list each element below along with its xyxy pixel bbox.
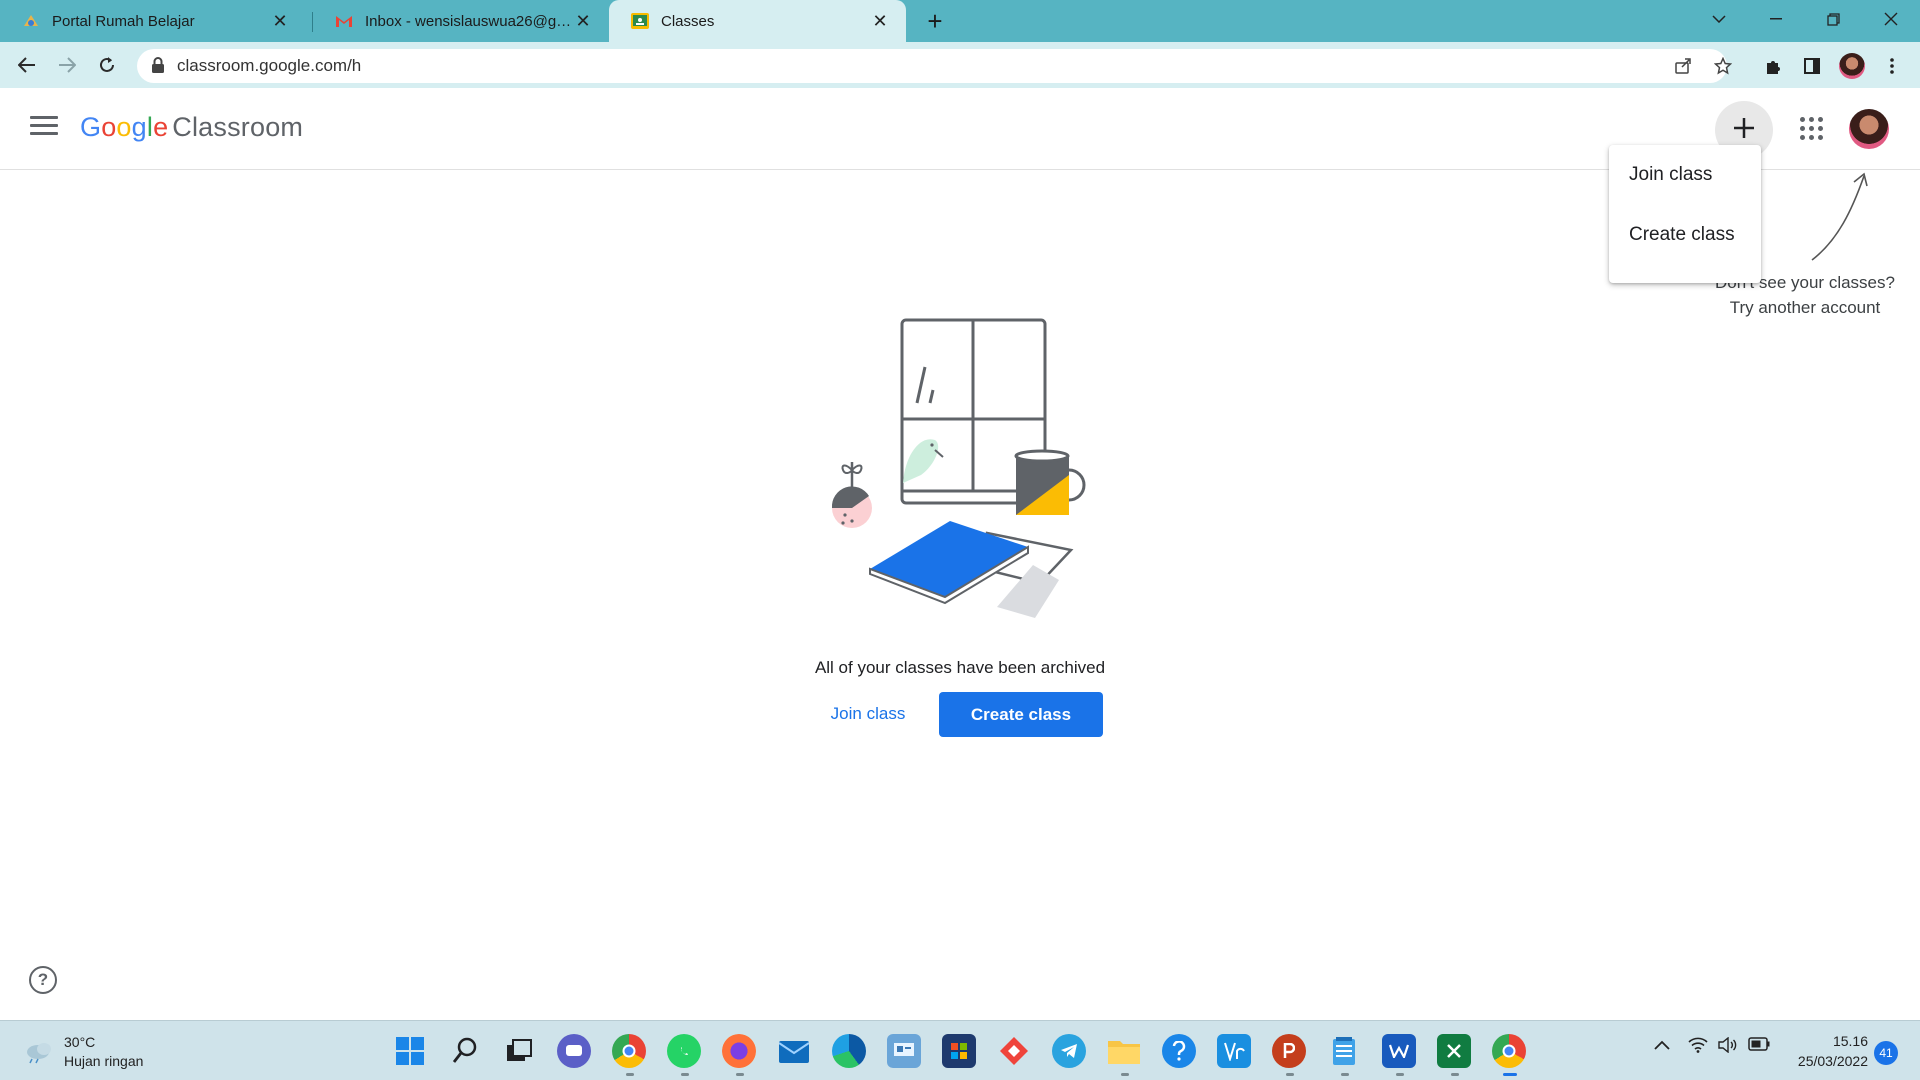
system-clock[interactable]: 15.16 25/03/2022 bbox=[1768, 1031, 1868, 1071]
vscode-like-icon[interactable] bbox=[1217, 1034, 1251, 1068]
rain-cloud-icon bbox=[27, 1043, 51, 1064]
volume-icon[interactable] bbox=[1718, 1036, 1738, 1058]
telegram-icon[interactable] bbox=[1052, 1034, 1086, 1068]
anydesk-icon[interactable] bbox=[997, 1034, 1031, 1068]
browser-tab-strip: Portal Rumah Belajar ✕ Inbox - wensislau… bbox=[0, 0, 1920, 42]
powerpoint-icon[interactable] bbox=[1272, 1034, 1306, 1068]
weather-temperature: 30°C bbox=[64, 1034, 96, 1050]
weather-text: 30°C Hujan ringan bbox=[64, 1033, 143, 1071]
chrome-icon[interactable] bbox=[612, 1034, 646, 1068]
menu-item-create-class[interactable]: Create class bbox=[1609, 213, 1761, 273]
hint-arrow-icon bbox=[1811, 172, 1868, 261]
close-tab-icon[interactable]: ✕ bbox=[870, 11, 890, 31]
windows-taskbar: 30°C Hujan ringan 15.16 25/03/2022 41 bbox=[0, 1020, 1920, 1080]
windows-start-icon[interactable] bbox=[393, 1034, 427, 1068]
help-icon[interactable]: ? bbox=[29, 966, 57, 994]
battery-icon[interactable] bbox=[1748, 1037, 1770, 1056]
empty-state-message: All of your classes have been archived bbox=[814, 658, 1106, 677]
minimize-window-icon[interactable] bbox=[1747, 0, 1805, 38]
file-explorer-icon[interactable] bbox=[1107, 1034, 1141, 1068]
new-tab-button[interactable]: + bbox=[920, 6, 950, 36]
tab-title: Classes bbox=[661, 12, 715, 30]
tab-gmail-inbox[interactable]: Inbox - wensislauswua26@guru.s ✕ bbox=[313, 0, 609, 42]
running-indicator bbox=[1341, 1073, 1349, 1076]
plus-icon bbox=[1733, 117, 1755, 144]
search-icon[interactable] bbox=[448, 1034, 482, 1068]
running-indicator bbox=[626, 1073, 634, 1076]
forward-arrow-icon[interactable] bbox=[52, 50, 82, 80]
edge-icon[interactable] bbox=[832, 1034, 866, 1068]
notepad-icon[interactable] bbox=[1327, 1034, 1361, 1068]
teams-chat-icon[interactable] bbox=[557, 1034, 591, 1068]
logo-letter: e bbox=[153, 112, 169, 142]
whatsapp-icon[interactable] bbox=[667, 1034, 701, 1068]
logo-letter: o bbox=[101, 112, 117, 142]
address-bar[interactable]: classroom.google.com/h bbox=[137, 49, 1732, 83]
close-tab-icon[interactable]: ✕ bbox=[270, 11, 290, 31]
running-indicator bbox=[1121, 1073, 1129, 1076]
task-view-icon[interactable] bbox=[502, 1034, 536, 1068]
add-class-menu: Join class Create class bbox=[1609, 145, 1761, 283]
tab-title: Inbox - wensislauswua26@guru.s bbox=[365, 12, 573, 30]
rumah-belajar-favicon-icon bbox=[22, 12, 40, 30]
account-avatar[interactable] bbox=[1849, 109, 1889, 149]
wifi-icon[interactable] bbox=[1688, 1037, 1708, 1058]
close-window-icon[interactable] bbox=[1862, 0, 1920, 38]
main-menu-icon[interactable] bbox=[30, 116, 58, 142]
running-indicator bbox=[1451, 1073, 1459, 1076]
close-tab-icon[interactable]: ✕ bbox=[573, 11, 593, 31]
tab-portal-rumah-belajar[interactable]: Portal Rumah Belajar ✕ bbox=[0, 0, 306, 42]
try-another-account-link[interactable]: Try another account bbox=[1690, 295, 1920, 320]
back-arrow-icon[interactable] bbox=[12, 50, 42, 80]
reload-icon[interactable] bbox=[92, 50, 122, 80]
active-indicator bbox=[1503, 1073, 1517, 1076]
apps-grid-icon[interactable] bbox=[1797, 114, 1827, 144]
notification-count-badge[interactable]: 41 bbox=[1874, 1041, 1898, 1065]
logo-letter: G bbox=[80, 112, 102, 142]
bookmark-star-icon[interactable] bbox=[1711, 55, 1735, 77]
firefox-icon[interactable] bbox=[722, 1034, 756, 1068]
google-classroom-logo[interactable]: Google Classroom bbox=[80, 112, 303, 143]
word-icon[interactable] bbox=[1382, 1034, 1416, 1068]
clock-date: 25/03/2022 bbox=[1797, 1053, 1868, 1069]
logo-product-name: Classroom bbox=[172, 112, 304, 142]
tab-title: Portal Rumah Belajar bbox=[52, 12, 195, 30]
browser-menu-kebab-icon[interactable] bbox=[1877, 51, 1907, 81]
restore-window-icon[interactable] bbox=[1804, 0, 1862, 38]
chrome-profile-icon[interactable] bbox=[1492, 1034, 1526, 1068]
tab-search-chevron-icon[interactable] bbox=[1690, 0, 1748, 38]
microsoft-store-icon[interactable] bbox=[942, 1034, 976, 1068]
logo-letter: g bbox=[131, 112, 147, 142]
profile-avatar-icon[interactable] bbox=[1837, 51, 1867, 81]
menu-item-join-class[interactable]: Join class bbox=[1609, 153, 1761, 213]
gmail-favicon-icon bbox=[335, 12, 353, 30]
share-icon[interactable] bbox=[1671, 55, 1695, 77]
running-indicator bbox=[736, 1073, 744, 1076]
weather-widget[interactable]: 30°C Hujan ringan bbox=[24, 1033, 143, 1071]
join-class-button[interactable]: Join class bbox=[812, 692, 924, 736]
get-help-icon[interactable] bbox=[1162, 1034, 1196, 1068]
running-indicator bbox=[681, 1073, 689, 1076]
logo-letter: o bbox=[116, 112, 132, 142]
extensions-puzzle-icon[interactable] bbox=[1758, 51, 1788, 81]
control-panel-icon[interactable] bbox=[887, 1034, 921, 1068]
lock-icon[interactable] bbox=[151, 57, 169, 75]
classroom-favicon-icon bbox=[631, 12, 649, 30]
running-indicator bbox=[1396, 1073, 1404, 1076]
show-hidden-icons-chevron-icon[interactable] bbox=[1654, 1037, 1670, 1055]
tab-classes[interactable]: Classes ✕ bbox=[609, 0, 906, 42]
create-class-button[interactable]: Create class bbox=[939, 692, 1103, 737]
empty-classes-illustration bbox=[831, 318, 1086, 618]
mail-icon[interactable] bbox=[777, 1034, 811, 1068]
excel-icon[interactable] bbox=[1437, 1034, 1471, 1068]
running-indicator bbox=[1286, 1073, 1294, 1076]
weather-description: Hujan ringan bbox=[64, 1053, 144, 1069]
url-text[interactable]: classroom.google.com/h bbox=[177, 56, 361, 76]
side-panel-icon[interactable] bbox=[1797, 51, 1827, 81]
clock-time: 15.16 bbox=[1832, 1033, 1868, 1049]
